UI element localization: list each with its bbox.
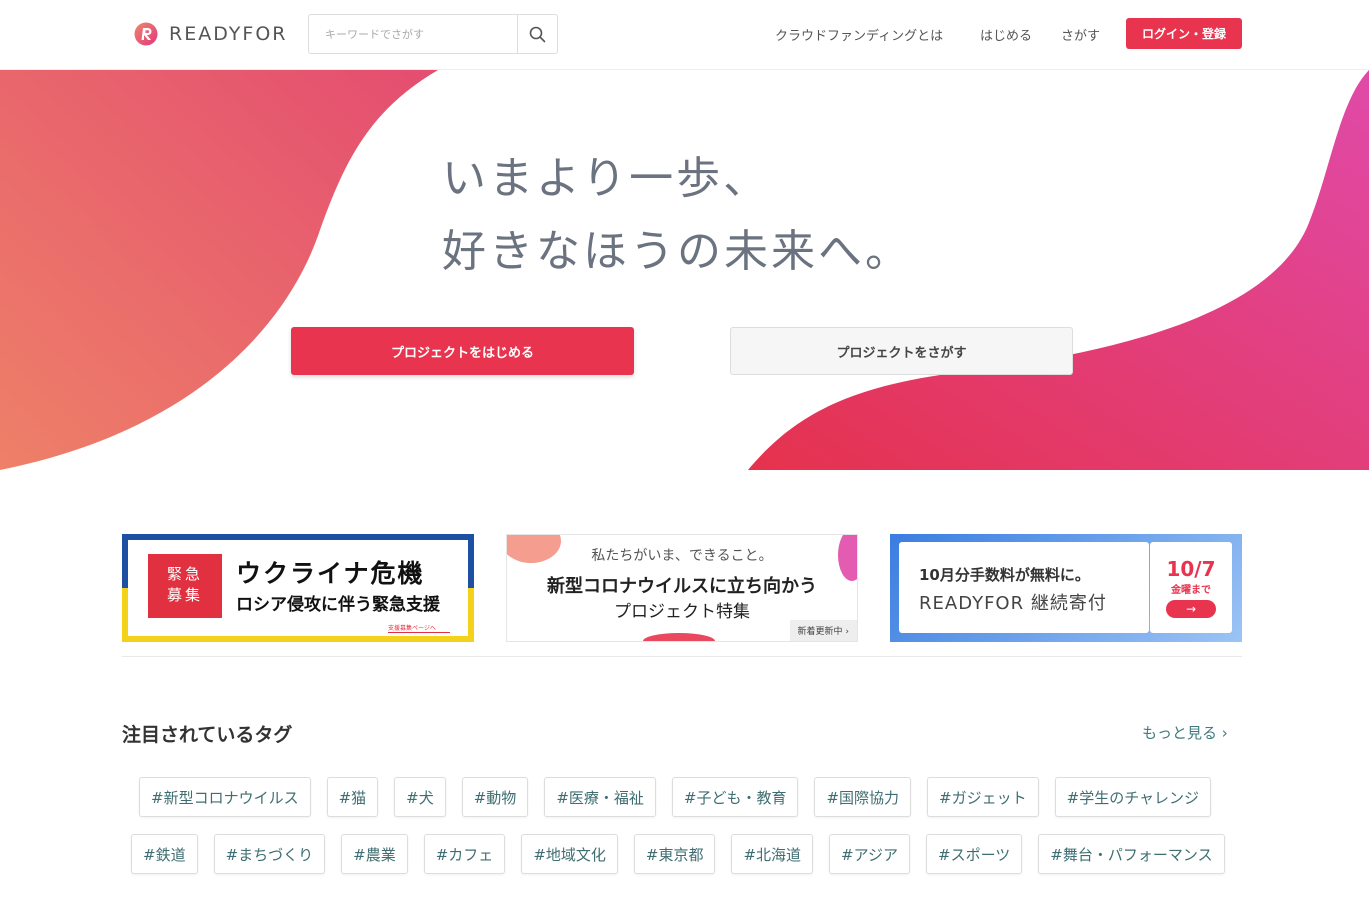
donation-until: 金曜まで [1171,585,1211,596]
hero-headline-line2: 好きなほうの未来へ。 [442,226,912,277]
tag-item[interactable]: #医療・福祉 [544,777,656,817]
ukraine-banner-link: 支援募集ページへ [388,623,450,633]
corona-banner-top: 私たちがいま、できること。 [591,548,773,564]
tag-item[interactable]: #地域文化 [521,834,618,874]
site-header: READYFOR クラウドファンディングとは はじめる さがす ログイン・登録 [0,0,1369,70]
donation-card: 10月分手数料が無料に。 READYFOR 継続寄付 [899,542,1149,633]
tag-item[interactable]: #ガジェット [927,777,1039,817]
tags-section-title: 注目されているタグ [122,724,293,746]
ukraine-banner-title: ウクライナ危機 [236,559,425,588]
tag-item[interactable]: #子ども・教育 [671,777,799,817]
hero: いまより一歩、 好きなほうの未来へ。 プロジェクトをはじめる プロジェクトをさが… [0,70,1369,470]
hero-headline-line1: いまより一歩、 [442,153,771,204]
tag-item[interactable]: #猫 [326,777,379,817]
nav-link-search[interactable]: さがす [1061,25,1100,44]
tag-item[interactable]: #スポーツ [926,834,1023,874]
tag-item[interactable]: #アジア [829,834,911,874]
more-tags-link[interactable]: もっと見る › [1142,722,1228,743]
chevron-right-icon: › [1221,724,1228,742]
login-button[interactable]: ログイン・登録 [1126,18,1242,49]
search-icon [529,26,546,42]
corona-banner-title: 新型コロナウイルスに立ち向かう [547,576,817,597]
tag-item[interactable]: #国際協力 [814,777,912,817]
tag-item[interactable]: #動物 [461,777,529,817]
update-tag-text: 新着更新中 [797,627,843,637]
logo[interactable]: READYFOR [134,22,288,46]
donation-date: 10/7 [1166,557,1216,581]
donation-line2: READYFOR 継続寄付 [919,593,1107,614]
search-box [308,14,558,54]
tag-row-1: #新型コロナウイルス #猫 #犬 #動物 #医療・福祉 #子ども・教育 #国際協… [139,777,1212,817]
nav-link-about[interactable]: クラウドファンディングとは [775,25,943,44]
corona-banner-subtitle: プロジェクト特集 [614,602,750,622]
tag-item[interactable]: #農業 [341,834,408,874]
tag-item[interactable]: #北海道 [731,834,814,874]
corona-banner[interactable]: 私たちがいま、できること。 新型コロナウイルスに立ち向かう プロジェクト特集 新… [506,534,858,642]
donation-line1: 10月分手数料が無料に。 [919,566,1090,584]
corona-banner-update-tag: 新着更新中 › [789,620,857,641]
logo-text: READYFOR [169,23,288,45]
tag-item[interactable]: #カフェ [423,834,506,874]
donation-date-card: 10/7 金曜まで → [1150,542,1232,633]
readyfor-logo-icon [134,22,158,46]
search-button[interactable] [517,15,557,53]
badge-line1: 緊急 [166,565,203,583]
more-tags-label: もっと見る [1142,724,1218,742]
ukraine-banner[interactable]: 緊急 募集 ウクライナ危機 ロシア侵攻に伴う緊急支援 支援募集ページへ [122,534,474,642]
tag-item[interactable]: #舞台・パフォーマンス [1038,834,1225,874]
tag-item[interactable]: #まちづくり [213,834,326,874]
search-input[interactable] [309,15,517,53]
tag-item[interactable]: #鉄道 [131,834,198,874]
ukraine-banner-subtitle: ロシア侵攻に伴う緊急支援 [236,595,440,615]
tag-row-2: #鉄道 #まちづくり #農業 #カフェ #地域文化 #東京都 #北海道 #アジア… [131,834,1225,874]
section-divider [122,656,1242,657]
tag-item[interactable]: #新型コロナウイルス [139,777,311,817]
find-project-button[interactable]: プロジェクトをさがす [730,327,1073,375]
emergency-badge: 緊急 募集 [148,554,222,618]
nav-link-start[interactable]: はじめる [980,25,1032,44]
badge-line2: 募集 [166,586,203,604]
donation-banner[interactable]: 10月分手数料が無料に。 READYFOR 継続寄付 10/7 金曜まで → [890,534,1242,642]
tag-item[interactable]: #犬 [394,777,446,817]
tag-item[interactable]: #東京都 [633,834,716,874]
arrow-right-icon: → [1166,600,1216,618]
tag-item[interactable]: #学生のチャレンジ [1054,777,1212,817]
start-project-button[interactable]: プロジェクトをはじめる [291,327,634,375]
